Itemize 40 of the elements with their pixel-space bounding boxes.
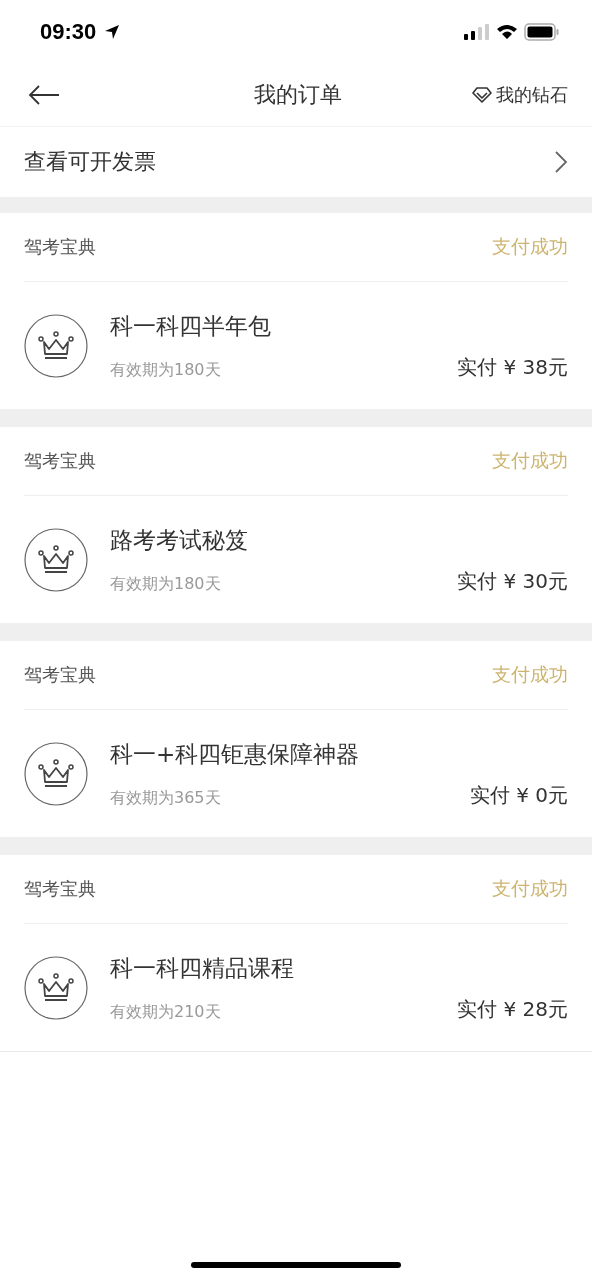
order-card[interactable]: 驾考宝典 支付成功 科一科四精品课程 有效期为210天 实付 ¥ 28元 (0, 855, 592, 1052)
validity-text: 有效期为180天 (110, 573, 221, 595)
order-status: 支付成功 (492, 448, 568, 473)
product-name: 科一+科四钜惠保障神器 (110, 739, 361, 769)
order-card[interactable]: 驾考宝典 支付成功 路考考试秘笈 有效期为180天 实付 ¥ 30元 (0, 427, 592, 641)
page-title: 我的订单 (254, 81, 342, 109)
crown-icon (24, 741, 88, 806)
paid-amount: 实付 ¥ 38元 (457, 353, 568, 381)
crown-icon (24, 955, 88, 1020)
paid-amount: 实付 ¥ 0元 (469, 781, 568, 809)
order-status: 支付成功 (492, 234, 568, 259)
diamond-icon (472, 87, 492, 103)
validity-text: 有效期为210天 (110, 1001, 221, 1023)
product-name: 科一科四精品课程 (110, 953, 295, 983)
paid-amount: 实付 ¥ 28元 (457, 995, 568, 1023)
validity-text: 有效期为365天 (110, 787, 221, 809)
shop-name: 驾考宝典 (24, 663, 96, 687)
diamond-link[interactable]: 我的钻石 (472, 83, 568, 107)
invoice-label: 查看可开发票 (24, 148, 156, 176)
status-time: 09:30 (40, 19, 97, 45)
location-arrow-icon (104, 24, 121, 40)
shop-name: 驾考宝典 (24, 449, 96, 473)
wifi-icon (496, 24, 518, 40)
crown-icon (24, 527, 88, 592)
signal-icon (464, 24, 490, 40)
shop-name: 驾考宝典 (24, 235, 96, 259)
order-card[interactable]: 驾考宝典 支付成功 科一+科四钜惠保障神器 有效期为365天 实付 ¥ 0元 (0, 641, 592, 855)
order-status: 支付成功 (492, 662, 568, 687)
crown-icon (24, 313, 88, 378)
battery-icon (524, 23, 560, 41)
back-arrow-icon[interactable] (28, 85, 60, 105)
product-name: 科一科四半年包 (110, 311, 272, 341)
invoice-row[interactable]: 查看可开发票 (0, 127, 592, 213)
shop-name: 驾考宝典 (24, 877, 96, 901)
validity-text: 有效期为180天 (110, 359, 221, 381)
order-card[interactable]: 驾考宝典 支付成功 科一科四半年包 有效期为180天 实付 ¥ 38元 (0, 213, 592, 427)
chevron-right-icon (554, 150, 568, 174)
paid-amount: 实付 ¥ 30元 (457, 567, 568, 595)
order-status: 支付成功 (492, 876, 568, 901)
product-name: 路考考试秘笈 (110, 525, 249, 555)
